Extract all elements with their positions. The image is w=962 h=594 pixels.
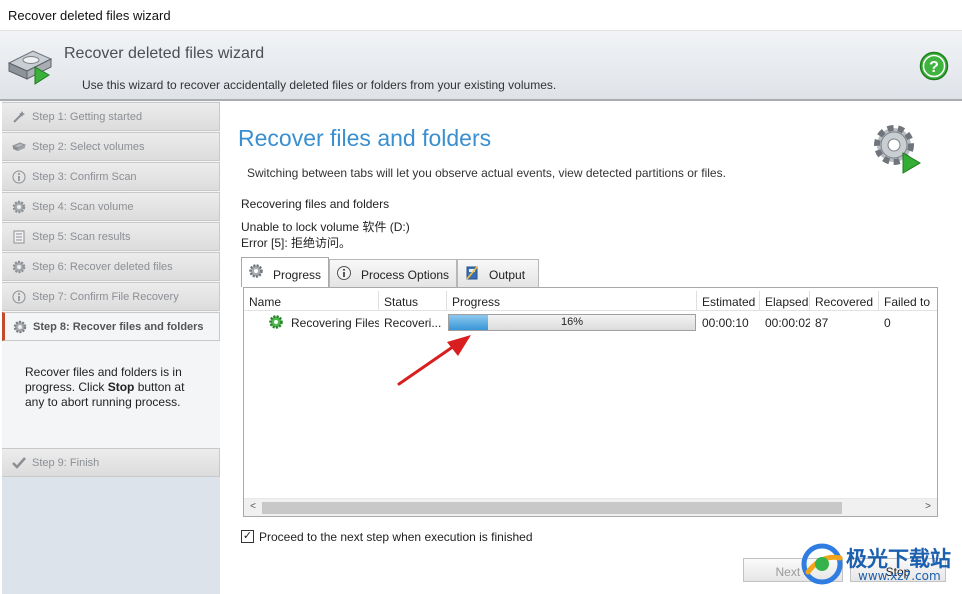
sidebar-step-8[interactable]: Step 8: Recover files and folders xyxy=(2,312,220,341)
step-label: Step 1: Getting started xyxy=(32,111,143,123)
step-label: Step 7: Confirm File Recovery xyxy=(32,291,179,303)
window-titlebar: Recover deleted files wizard xyxy=(0,0,962,31)
info-icon xyxy=(337,266,351,280)
column-header-estimated[interactable]: Estimated xyxy=(697,291,760,311)
step-description: Recover files and folders is in progress… xyxy=(25,365,205,410)
cell-name: Recovering Files xyxy=(291,316,379,330)
tab-label: Progress xyxy=(273,268,322,282)
drive-icon xyxy=(12,142,26,151)
steps-sidebar: Step 1: Getting started Step 2: Select v… xyxy=(2,101,220,594)
scroll-right-icon[interactable]: > xyxy=(921,501,935,515)
cell-estimated: 00:00:10 xyxy=(702,316,749,330)
progress-table: Name Status Progress Estimated Elapsed R… xyxy=(243,287,938,517)
proceed-checkbox[interactable]: ✓ xyxy=(241,530,254,543)
sidebar-step-6[interactable]: Step 6: Recover deleted files xyxy=(2,252,220,281)
watermark: 极光下载站 www.xz7.com xyxy=(800,540,960,592)
cell-status: Recoveri... xyxy=(384,316,442,330)
page-title: Recover files and folders xyxy=(238,125,492,151)
step-label: Step 4: Scan volume xyxy=(32,201,134,213)
horizontal-scrollbar[interactable]: < > xyxy=(244,498,937,516)
gear-run-icon xyxy=(874,125,921,174)
tab-label: Process Options xyxy=(361,268,450,282)
step-label: Step 2: Select volumes xyxy=(32,141,145,153)
table-header: Name Status Progress Estimated Elapsed R… xyxy=(244,291,937,311)
wand-icon xyxy=(13,111,25,123)
sidebar-step-2[interactable]: Step 2: Select volumes xyxy=(2,132,220,161)
recovery-gear-icon xyxy=(269,315,283,329)
tab-output[interactable]: Output xyxy=(457,259,539,287)
checkmark-icon xyxy=(12,457,26,469)
step-label: Step 9: Finish xyxy=(32,457,100,469)
gear-icon xyxy=(12,260,26,274)
wizard-header: Recover deleted files wizard Use this wi… xyxy=(0,31,962,101)
info-icon xyxy=(12,170,26,184)
sidebar-step-9[interactable]: Step 9: Finish xyxy=(2,448,220,477)
description-stop-word: Stop xyxy=(107,380,135,394)
header-title: Recover deleted files wizard xyxy=(64,45,265,62)
sidebar-step-5[interactable]: Step 5: Scan results xyxy=(2,222,220,251)
tab-label: Output xyxy=(489,268,526,282)
column-header-recovered[interactable]: Recovered xyxy=(810,291,879,311)
scrollbar-thumb[interactable] xyxy=(262,502,842,514)
list-icon xyxy=(13,230,25,244)
cell-failed: 0 xyxy=(884,316,891,330)
column-header-elapsed[interactable]: Elapsed xyxy=(760,291,810,311)
info-icon xyxy=(12,290,26,304)
tab-process-options[interactable]: Process Options xyxy=(329,259,457,287)
step-label: Step 8: Recover files and folders xyxy=(33,321,204,333)
cell-progress-bar: 16% xyxy=(448,314,696,331)
step-label: Step 5: Scan results xyxy=(32,231,131,243)
cell-elapsed: 00:00:02 xyxy=(765,316,810,330)
page-subtitle: Switching between tabs will let you obse… xyxy=(247,166,726,180)
column-header-name[interactable]: Name xyxy=(244,291,379,311)
proceed-checkbox-label: Proceed to the next step when execution … xyxy=(259,530,533,544)
column-header-failed[interactable]: Failed to xyxy=(879,291,937,311)
column-header-status[interactable]: Status xyxy=(379,291,447,311)
column-header-progress[interactable]: Progress xyxy=(447,291,697,311)
sidebar-step-4[interactable]: Step 4: Scan volume xyxy=(2,192,220,221)
scroll-left-icon[interactable]: < xyxy=(246,501,260,515)
annotation-arrow-icon xyxy=(397,335,471,386)
sidebar-step-1[interactable]: Step 1: Getting started xyxy=(2,102,220,131)
status-message: Unable to lock volume 软件 (D:) xyxy=(241,220,410,234)
window-title: Recover deleted files wizard xyxy=(8,8,171,23)
table-row[interactable]: Recovering Files Recoveri... 16% 00:00:1… xyxy=(244,312,937,332)
svg-text:?: ? xyxy=(929,59,939,76)
sidebar-lower-panel xyxy=(2,477,220,594)
sidebar-step-7[interactable]: Step 7: Confirm File Recovery xyxy=(2,282,220,311)
error-message: Error [5]: 拒绝访问。 xyxy=(241,236,352,250)
watermark-logo-icon xyxy=(801,543,843,585)
main-panel: Recover files and folders Switching betw… xyxy=(220,101,962,594)
header-subtitle: Use this wizard to recover accidentally … xyxy=(82,78,557,92)
gear-icon xyxy=(13,320,27,334)
cell-recovered: 87 xyxy=(815,316,829,330)
gear-icon xyxy=(12,200,26,214)
watermark-url: www.xz7.com xyxy=(858,569,941,583)
help-icon[interactable]: ? xyxy=(919,51,949,81)
sidebar-step-3[interactable]: Step 3: Confirm Scan xyxy=(2,162,220,191)
drive-recovery-logo-icon xyxy=(7,50,53,85)
gear-icon xyxy=(249,264,263,278)
tab-progress[interactable]: Progress xyxy=(241,257,329,287)
step-label: Step 6: Recover deleted files xyxy=(32,261,173,273)
section-title: Recovering files and folders xyxy=(241,197,390,211)
step-label: Step 3: Confirm Scan xyxy=(32,171,137,183)
progress-text: 16% xyxy=(560,316,584,328)
notebook-icon xyxy=(466,266,478,280)
